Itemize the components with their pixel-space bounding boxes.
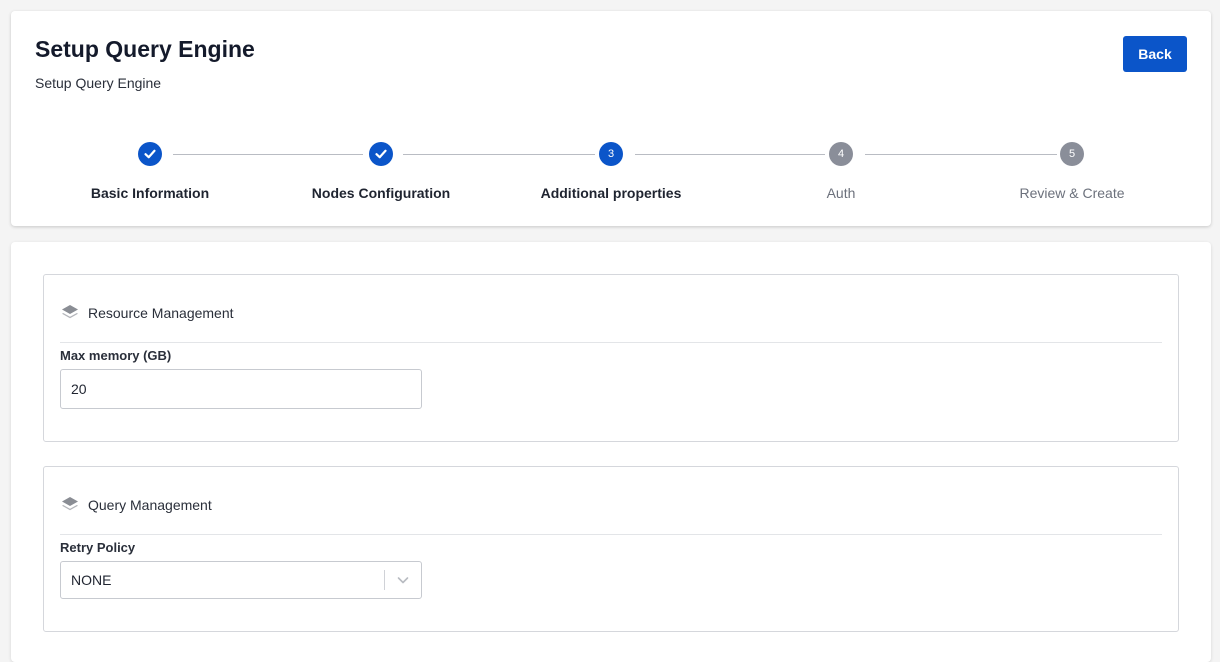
step-2-circle[interactable]: [369, 142, 393, 166]
section-divider: [60, 342, 1162, 343]
step-3-circle[interactable]: 3: [599, 142, 623, 166]
check-icon: [375, 149, 387, 159]
check-icon: [144, 149, 156, 159]
retry-policy-value: NONE: [71, 572, 112, 588]
step-5-label[interactable]: Review & Create: [972, 185, 1172, 201]
layers-icon: [62, 497, 78, 511]
query-management-section: Query Management Retry Policy NONE: [43, 466, 1179, 632]
step-2-label[interactable]: Nodes Configuration: [281, 185, 481, 201]
step-4-circle[interactable]: 4: [829, 142, 853, 166]
header-card: Setup Query Engine Setup Query Engine Ba…: [11, 11, 1211, 226]
section-header: Resource Management: [60, 303, 234, 323]
step-connector: [173, 154, 363, 155]
section-divider: [60, 534, 1162, 535]
step-connector: [865, 154, 1057, 155]
section-header: Query Management: [60, 495, 212, 515]
resource-management-section: Resource Management Max memory (GB): [43, 274, 1179, 442]
chevron-down-icon[interactable]: [385, 573, 421, 587]
retry-policy-select[interactable]: NONE: [60, 561, 422, 599]
max-memory-input[interactable]: [60, 369, 422, 409]
max-memory-label: Max memory (GB): [60, 348, 172, 363]
content-card: Resource Management Max memory (GB) Quer…: [11, 242, 1211, 662]
step-3-label[interactable]: Additional properties: [511, 185, 711, 201]
section-title: Resource Management: [88, 305, 234, 321]
layers-icon: [62, 305, 78, 319]
retry-policy-label: Retry Policy: [60, 540, 136, 555]
step-connector: [403, 154, 595, 155]
section-title: Query Management: [88, 497, 212, 513]
step-4-label[interactable]: Auth: [741, 185, 941, 201]
step-connector: [635, 154, 825, 155]
step-1-circle[interactable]: [138, 142, 162, 166]
step-5-circle[interactable]: 5: [1060, 142, 1084, 166]
step-1-label[interactable]: Basic Information: [50, 185, 250, 201]
stepper: Basic Information Nodes Configuration 3 …: [11, 11, 1211, 226]
